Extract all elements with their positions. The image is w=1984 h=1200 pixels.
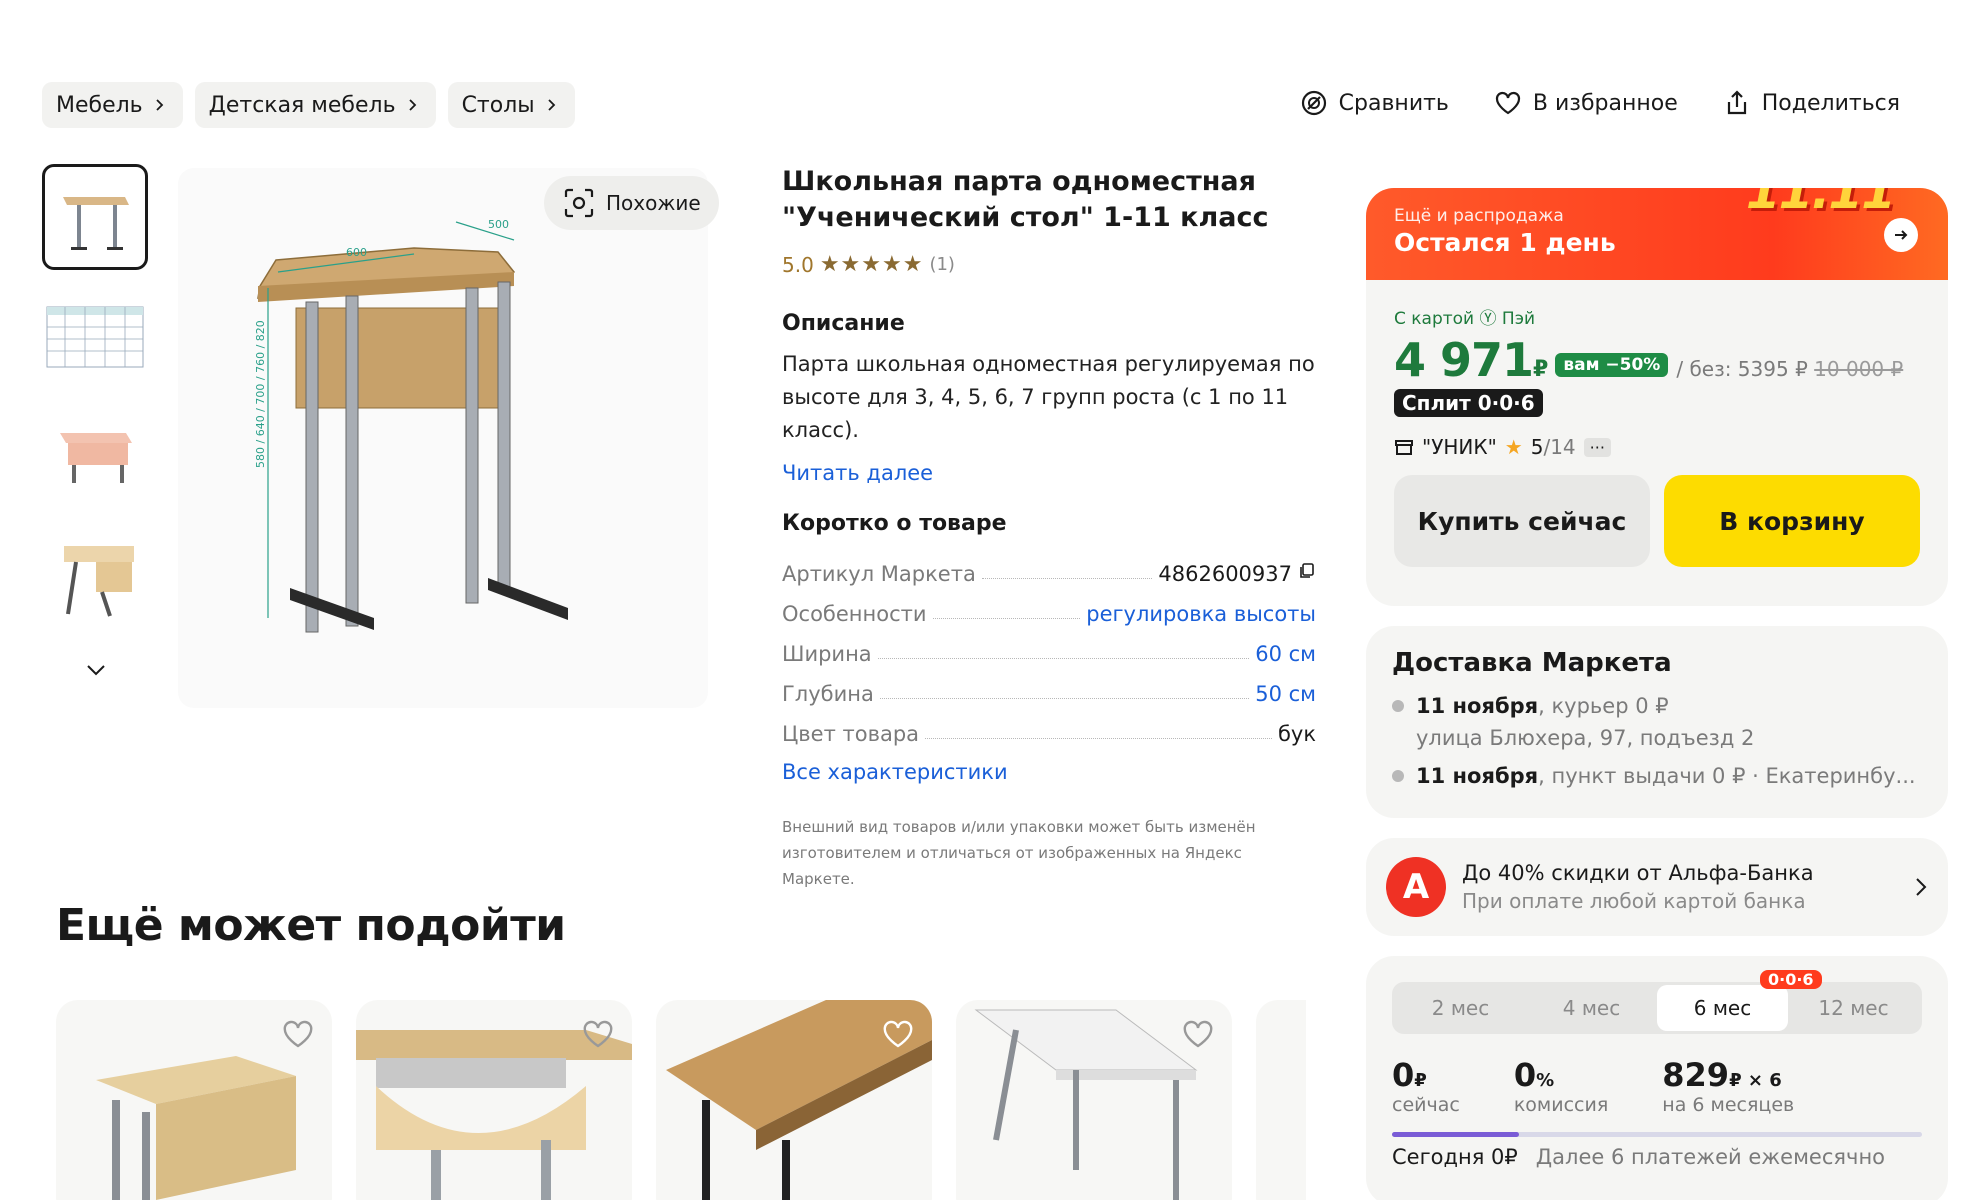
copy-icon[interactable] bbox=[1298, 562, 1316, 580]
alfa-bank-logo: А bbox=[1386, 857, 1446, 917]
term-monthly: 829₽ × 6 на 6 месяцев bbox=[1662, 1056, 1795, 1116]
recommendation-card[interactable] bbox=[956, 1000, 1232, 1200]
tab-12-months[interactable]: 12 мес bbox=[1788, 985, 1919, 1031]
seller-info[interactable]: "УНИК" ★ 5/14 ··· bbox=[1394, 435, 1920, 459]
chevron-right-icon bbox=[548, 99, 555, 111]
spec-row-color: Цвет товара бук bbox=[782, 722, 1316, 746]
thumbnail-4[interactable] bbox=[42, 524, 148, 630]
compare-button[interactable]: Сравнить bbox=[1299, 88, 1449, 118]
buy-card: Ещё и распродажа Остался 1 день 11.11 С … bbox=[1366, 188, 1948, 606]
compare-icon bbox=[1301, 90, 1326, 116]
breadcrumb-item-furniture[interactable]: Мебель bbox=[42, 82, 183, 128]
similar-button[interactable]: Похожие bbox=[544, 176, 719, 230]
shop-icon bbox=[1395, 440, 1413, 455]
product-actions: Сравнить В избранное Поделиться bbox=[1299, 88, 1900, 118]
delivery-card[interactable]: Доставка Маркета 11 ноября, курьер 0 ₽ ул… bbox=[1366, 626, 1948, 818]
svg-text:580 / 640 / 700 / 760 / 820: 580 / 640 / 700 / 760 / 820 bbox=[254, 320, 267, 468]
split-period-tabs: 2 мес 4 мес 6 мес 12 мес 0·0·6 bbox=[1392, 970, 1922, 1034]
discount-badge: вам −50% bbox=[1555, 353, 1669, 377]
buy-now-button[interactable]: Купить сейчас bbox=[1394, 475, 1650, 567]
description-text: Парта школьная одноместная регулируемая … bbox=[782, 352, 1315, 442]
spec-row-features: Особенности регулировка высоты bbox=[782, 602, 1316, 626]
arrow-right-icon[interactable] bbox=[1884, 218, 1918, 252]
chevron-right-icon bbox=[1916, 878, 1927, 896]
recommendation-card[interactable] bbox=[1256, 1000, 1306, 1200]
sale-banner[interactable]: Ещё и распродажа Остался 1 день 11.11 bbox=[1366, 188, 1948, 280]
card-pay-label: С картой Ⓨ Пэй bbox=[1394, 309, 1536, 329]
term-now: 0₽ сейчас bbox=[1392, 1056, 1460, 1116]
split-terms: 0₽ сейчас 0% комиссия 829₽ × 6 на 6 месяцев bbox=[1392, 1056, 1922, 1116]
heart-icon[interactable] bbox=[1180, 1016, 1216, 1052]
share-icon bbox=[1727, 90, 1746, 115]
delivery-courier: 11 ноября, курьер 0 ₽ улица Блюхера, 97, … bbox=[1392, 690, 1922, 754]
desk-side-thumbnail-image bbox=[64, 546, 134, 617]
favorite-button[interactable]: В избранное bbox=[1493, 88, 1678, 118]
chevron-down-icon[interactable] bbox=[84, 658, 108, 682]
rating-value: 5.0 bbox=[782, 252, 814, 277]
product-info: Школьная парта одноместная "Ученический … bbox=[782, 164, 1316, 892]
split-badge[interactable]: Сплит 0·0·6 bbox=[1394, 389, 1543, 417]
tab-2-months[interactable]: 2 мес bbox=[1395, 985, 1526, 1031]
thumbnail-list bbox=[42, 164, 148, 682]
share-button[interactable]: Поделиться bbox=[1722, 88, 1900, 118]
product-rating[interactable]: 5.0 ★★★★★ (1) bbox=[782, 252, 1316, 277]
spec-row-depth: Глубина 50 см bbox=[782, 682, 1316, 706]
recommendations-title: Ещё может подойти bbox=[56, 900, 566, 951]
split-progress-bar bbox=[1392, 1132, 1922, 1137]
breadcrumb-item-kids-furniture[interactable]: Детская мебель bbox=[194, 82, 436, 128]
chevron-right-icon bbox=[156, 99, 163, 111]
product-main-image[interactable]: 580 / 640 / 700 / 760 / 820 600 500 bbox=[178, 168, 708, 708]
spec-row-width: Ширина 60 см bbox=[782, 642, 1316, 666]
scan-icon bbox=[564, 188, 594, 218]
disclaimer: Внешний вид товаров и/или упаковки может… bbox=[782, 818, 1256, 888]
split-progress-fill bbox=[1392, 1132, 1520, 1137]
thumbnail-2[interactable] bbox=[42, 284, 148, 390]
split-badge-006: 0·0·6 bbox=[1760, 970, 1822, 989]
sale-badge: 11.11 bbox=[1745, 188, 1896, 220]
delivery-pickup: 11 ноября, пункт выдачи 0 ₽ · Екатеринбу… bbox=[1392, 760, 1922, 792]
breadcrumb: Мебель Детская мебель Столы bbox=[42, 82, 575, 128]
specs-list: Артикул Маркета 4862600937 Особенности рег… bbox=[782, 546, 1316, 746]
thumbnail-1[interactable] bbox=[42, 164, 148, 270]
desk-thumbnail-image bbox=[63, 197, 129, 250]
more-icon[interactable]: ··· bbox=[1583, 437, 1611, 457]
description-heading: Описание bbox=[782, 311, 905, 336]
desk-image: 580 / 640 / 700 / 760 / 820 600 500 bbox=[254, 218, 568, 633]
pink-desk-thumbnail-image bbox=[60, 433, 132, 483]
thumbnail-3[interactable] bbox=[42, 404, 148, 510]
reviews-count: (1) bbox=[929, 254, 955, 275]
heart-icon bbox=[1495, 91, 1521, 115]
recommendation-card[interactable] bbox=[56, 1000, 332, 1200]
tab-4-months[interactable]: 4 мес bbox=[1526, 985, 1657, 1031]
heart-icon[interactable] bbox=[880, 1016, 916, 1052]
recommendation-card[interactable] bbox=[656, 1000, 932, 1200]
tab-6-months[interactable]: 6 мес bbox=[1657, 985, 1788, 1031]
svg-text:600: 600 bbox=[346, 246, 367, 259]
read-more-link[interactable]: Читать далее bbox=[782, 461, 1316, 485]
recommendation-card[interactable] bbox=[356, 1000, 632, 1200]
split-payment-card: 2 мес 4 мес 6 мес 12 мес 0·0·6 0₽ сейчас … bbox=[1366, 956, 1948, 1200]
recommendations-list bbox=[56, 1000, 1306, 1200]
payment-today: Сегодня 0₽ bbox=[1392, 1145, 1518, 1169]
heart-icon[interactable] bbox=[580, 1016, 616, 1052]
star-icons: ★★★★★ bbox=[819, 252, 924, 277]
term-commission: 0% комиссия bbox=[1513, 1056, 1609, 1116]
price-without-card: / без: 5395 ₽ 10 000 ₽ bbox=[1676, 357, 1904, 381]
size-table-thumbnail-image bbox=[46, 306, 144, 368]
heart-icon[interactable] bbox=[280, 1016, 316, 1052]
spec-row-article: Артикул Маркета 4862600937 bbox=[782, 546, 1316, 586]
star-icon: ★ bbox=[1504, 435, 1523, 459]
specs-heading: Коротко о товаре bbox=[782, 511, 1007, 536]
add-to-cart-button[interactable]: В корзину bbox=[1664, 475, 1920, 567]
price: 4 971₽ bbox=[1394, 333, 1548, 387]
delivery-title: Доставка Маркета bbox=[1392, 648, 1672, 678]
all-specs-link[interactable]: Все характеристики bbox=[782, 760, 1316, 784]
breadcrumb-item-tables[interactable]: Столы bbox=[447, 82, 575, 128]
product-title: Школьная парта одноместная "Ученический … bbox=[782, 166, 1269, 233]
chevron-right-icon bbox=[408, 99, 416, 111]
payment-later: Далее 6 платежей ежемесячно bbox=[1535, 1145, 1886, 1169]
svg-text:500: 500 bbox=[488, 218, 509, 231]
alfa-bank-promo[interactable]: А До 40% скидки от Альфа-Банка При оплат… bbox=[1366, 838, 1948, 936]
